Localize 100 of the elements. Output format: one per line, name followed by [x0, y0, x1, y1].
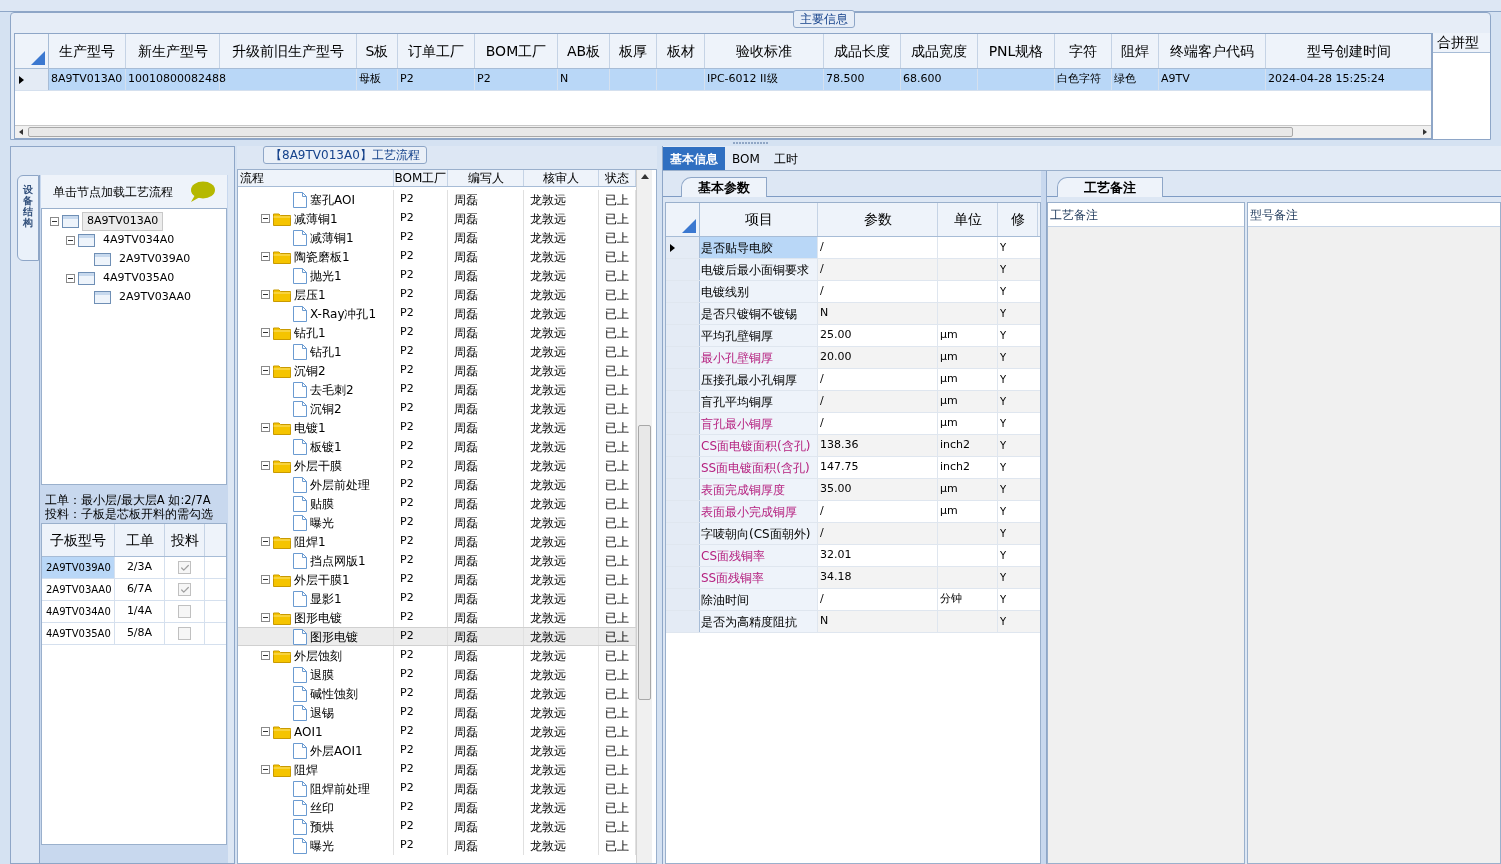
column-header[interactable]: BOM工厂: [475, 34, 558, 68]
column-header[interactable]: 订单工厂: [398, 34, 475, 68]
tab[interactable]: 工时: [766, 147, 805, 170]
column-header[interactable]: 板厚: [610, 34, 657, 68]
column-header[interactable]: 子板型号: [42, 524, 115, 556]
table-row[interactable]: 8A9TV013A0 10010800082488 母板 P2 P2 N IPC-6012 II级 78.500 68.600 白色字符 绿色 A9TV 2024-04-28 15:25:24: [15, 69, 1431, 91]
collapse-icon[interactable]: [66, 236, 75, 245]
collapse-icon[interactable]: [261, 765, 270, 774]
checkbox[interactable]: [178, 561, 191, 574]
tree-node[interactable]: 4A9TV035A0: [98, 269, 180, 288]
collapse-icon[interactable]: [66, 274, 75, 283]
tree-node[interactable]: 外层干膜1: [294, 570, 350, 589]
column-header[interactable]: 投料: [165, 524, 205, 556]
table-cell[interactable]: 2A9TV039A0: [42, 557, 115, 578]
collapse-icon[interactable]: [261, 328, 270, 337]
tree-node[interactable]: 减薄铜1: [294, 209, 338, 228]
tree-node[interactable]: 2A9TV03AA0: [114, 288, 197, 307]
collapse-icon[interactable]: [261, 252, 270, 261]
column-header[interactable]: 单位: [938, 203, 998, 236]
tree-node[interactable]: 丝印: [310, 798, 334, 817]
tree-node[interactable]: 显影1: [310, 589, 342, 608]
collapse-icon[interactable]: [261, 290, 270, 299]
column-header[interactable]: 板材: [657, 34, 705, 68]
column-header[interactable]: 阻焊: [1112, 34, 1159, 68]
collapse-icon[interactable]: [261, 537, 270, 546]
column-header[interactable]: PNL规格: [978, 34, 1055, 68]
tree-node[interactable]: 预烘: [310, 817, 334, 836]
horizontal-scrollbar[interactable]: [15, 125, 1431, 138]
table-cell[interactable]: 4A9TV035A0: [42, 623, 115, 644]
tree-node[interactable]: 退膜: [310, 665, 334, 684]
tree-node[interactable]: 2A9TV039A0: [114, 250, 196, 269]
tree-node[interactable]: AOI1: [294, 722, 323, 741]
tree-node[interactable]: 阻焊前处理: [310, 779, 370, 798]
side-tab[interactable]: 设备结构: [17, 175, 39, 261]
tree-node[interactable]: 去毛刺2: [310, 380, 354, 399]
collapse-icon[interactable]: [50, 217, 59, 226]
table-cell[interactable]: 2A9TV03AA0: [42, 579, 115, 600]
tree-node[interactable]: 沉铜2: [310, 399, 342, 418]
tree-node[interactable]: 挡点网版1: [310, 551, 366, 570]
tree-node[interactable]: 外层AOI1: [310, 741, 363, 760]
collapse-icon[interactable]: [261, 651, 270, 660]
column-header[interactable]: 项目: [700, 203, 818, 236]
splitter-grip-icon[interactable]: [730, 141, 771, 145]
tree-node[interactable]: 图形电镀: [294, 608, 342, 627]
collapse-icon[interactable]: [261, 423, 270, 432]
collapse-icon[interactable]: [261, 366, 270, 375]
tree-node[interactable]: 抛光1: [310, 266, 342, 285]
tab[interactable]: 基本信息: [663, 147, 725, 170]
collapse-icon[interactable]: [261, 214, 270, 223]
tree-node[interactable]: 外层蚀刻: [294, 646, 342, 665]
tree-node[interactable]: 4A9TV034A0: [98, 231, 180, 250]
tree-node[interactable]: 曝光: [310, 836, 334, 855]
column-header[interactable]: 核审人: [524, 170, 599, 186]
tree-node[interactable]: 钻孔1: [310, 342, 342, 361]
column-header[interactable]: 成品宽度: [901, 34, 978, 68]
tree-node[interactable]: 贴膜: [310, 494, 334, 513]
tree-node[interactable]: 减薄铜1: [310, 228, 354, 247]
tree-node[interactable]: 图形电镀: [310, 627, 358, 646]
checkbox[interactable]: [178, 627, 191, 640]
column-header[interactable]: 编写人: [448, 170, 524, 186]
collapse-icon[interactable]: [261, 727, 270, 736]
checkbox[interactable]: [178, 583, 191, 596]
tree-node[interactable]: X-Ray冲孔1: [310, 304, 377, 323]
column-header[interactable]: 修: [998, 203, 1038, 236]
tree-node[interactable]: 外层干膜: [294, 456, 342, 475]
tree-node[interactable]: 沉铜2: [294, 361, 326, 380]
scrollbar-thumb[interactable]: [28, 127, 1293, 137]
column-header[interactable]: S板: [357, 34, 398, 68]
tree-node[interactable]: 退锡: [310, 703, 334, 722]
column-header[interactable]: 终端客户代码: [1159, 34, 1266, 68]
column-header[interactable]: 字符: [1055, 34, 1112, 68]
collapse-icon[interactable]: [261, 613, 270, 622]
sub-tab[interactable]: 基本参数: [681, 177, 767, 197]
sub-tab[interactable]: 工艺备注: [1057, 177, 1163, 197]
column-header[interactable]: 新生产型号: [126, 34, 220, 68]
column-header[interactable]: 生产型号: [49, 34, 126, 68]
column-header[interactable]: 工单: [115, 524, 165, 556]
checkbox[interactable]: [178, 605, 191, 618]
vertical-scrollbar[interactable]: [636, 170, 652, 863]
collapse-icon[interactable]: [261, 461, 270, 470]
column-header[interactable]: AB板: [558, 34, 610, 68]
tree-node[interactable]: 电镀1: [294, 418, 326, 437]
column-header[interactable]: BOM工厂: [394, 170, 448, 186]
tree-node[interactable]: 阻焊: [294, 760, 318, 779]
tree-node[interactable]: 层压1: [294, 285, 326, 304]
column-header[interactable]: 参数: [818, 203, 938, 236]
column-header[interactable]: 验收标准: [705, 34, 824, 68]
tree-node[interactable]: 曝光: [310, 513, 334, 532]
collapse-icon[interactable]: [261, 575, 270, 584]
tree-node[interactable]: 陶瓷磨板1: [294, 247, 350, 266]
tree-node[interactable]: 钻孔1: [294, 323, 326, 342]
tree-node[interactable]: 外层前处理: [310, 475, 370, 494]
tree-node[interactable]: 8A9TV013A0: [82, 212, 164, 231]
tree-node[interactable]: 碱性蚀刻: [310, 684, 358, 703]
tree-node[interactable]: 板镀1: [310, 437, 342, 456]
tab[interactable]: BOM: [725, 147, 767, 170]
column-header[interactable]: 升级前旧生产型号: [220, 34, 357, 68]
column-header[interactable]: 流程: [238, 170, 394, 186]
tree-node[interactable]: 阻焊1: [294, 532, 326, 551]
column-header[interactable]: 成品长度: [824, 34, 901, 68]
